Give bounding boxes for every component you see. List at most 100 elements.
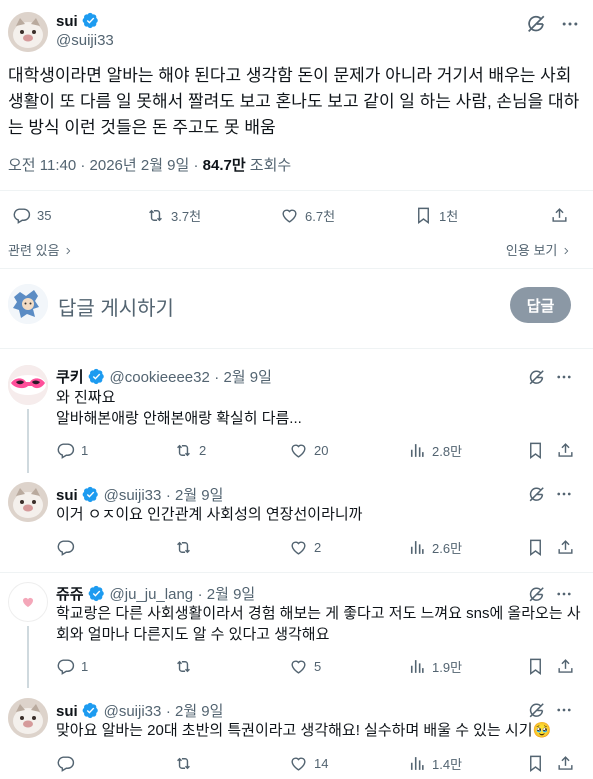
views-count: 84.7만	[202, 157, 246, 174]
reply-text-line: 맞아요 알바는 20대 초반의 특권이라고 생각해요! 실수하며 배울 수 있는…	[56, 721, 551, 741]
grok-button[interactable]	[526, 584, 546, 604]
views-action[interactable]: 1.9만	[407, 657, 462, 676]
grok-button[interactable]	[526, 367, 546, 387]
reply-action[interactable]	[56, 754, 81, 773]
reply-avatar[interactable]	[8, 582, 48, 622]
reply-author-name[interactable]: 쿠키	[56, 369, 84, 386]
grok-button[interactable]	[526, 484, 546, 504]
reply-input[interactable]: 답글 게시하기	[58, 292, 174, 321]
share-action[interactable]	[556, 754, 575, 773]
like-action[interactable]: 20	[289, 441, 328, 460]
more-icon	[555, 485, 573, 503]
related-label: 관련 있음	[8, 243, 60, 258]
bookmark-action[interactable]	[526, 538, 545, 557]
repost-icon	[174, 538, 193, 557]
reply-author-handle[interactable]: @cookieeee32	[110, 369, 210, 386]
reply-icon	[12, 206, 31, 225]
heart-icon	[289, 441, 308, 460]
reply-date[interactable]: · 2월 9일	[214, 369, 272, 386]
reply-author-name[interactable]: sui	[56, 703, 78, 720]
reply-author-handle[interactable]: @suiji33	[104, 487, 162, 504]
post-timestamp[interactable]: 오전 11:40 · 2026년 2월 9일 ·	[8, 157, 203, 174]
quote-view-label: 인용 보기	[505, 243, 558, 258]
reply-avatar[interactable]	[8, 698, 48, 738]
reply-date[interactable]: · 2월 9일	[166, 487, 224, 504]
view-count: 2.6만	[432, 541, 463, 556]
reply-author-handle[interactable]: @suiji33	[104, 703, 162, 720]
repost-action[interactable]	[174, 754, 199, 773]
author-avatar[interactable]	[8, 12, 48, 52]
reply-action[interactable]: 1	[56, 657, 88, 676]
reply-header: sui @suiji33 · 2월 9일	[56, 484, 223, 505]
repost-action[interactable]: 2	[174, 441, 206, 460]
share-action[interactable]	[556, 657, 575, 676]
more-options-button[interactable]	[554, 484, 574, 504]
related-toggle[interactable]: 관련 있음	[8, 240, 73, 259]
pleading-emoji-icon: 🥹	[532, 722, 552, 739]
reply-date[interactable]: · 2월 9일	[166, 703, 224, 720]
reply-action[interactable]: 1	[56, 441, 88, 460]
like-action[interactable]: 14	[289, 754, 328, 773]
share-action[interactable]	[550, 206, 569, 225]
reply-header: 쿠키 @cookieeee32 · 2월 9일	[56, 366, 272, 387]
views-action[interactable]: 1.4만	[407, 754, 462, 773]
bookmark-icon	[526, 657, 545, 676]
bookmark-action[interactable]	[526, 441, 545, 460]
repost-icon	[174, 657, 193, 676]
reply-text-line: 알바해본애랑 안해본애랑 확실히 다름...	[56, 410, 302, 427]
more-options-button[interactable]	[554, 700, 574, 720]
repost-count: 2	[199, 443, 207, 458]
reply-text-line: 와 진짜요	[56, 389, 116, 406]
reply-author-handle[interactable]: @ju_ju_lang	[110, 586, 194, 603]
more-options-button[interactable]	[554, 367, 574, 387]
like-action[interactable]: 5	[289, 657, 321, 676]
author-handle[interactable]: @suiji33	[56, 32, 114, 49]
reply-date[interactable]: · 2월 9일	[198, 586, 256, 603]
reply-count: 1	[81, 443, 89, 458]
chevron-right-icon	[561, 246, 571, 256]
reply-avatar[interactable]	[8, 365, 48, 405]
author-name[interactable]: sui	[56, 13, 78, 30]
more-options-button[interactable]	[558, 12, 582, 36]
views-action[interactable]: 2.6만	[407, 538, 462, 557]
grok-button[interactable]	[524, 12, 548, 36]
reply-text-line: 회와 얼마나 다른지도 알 수 있다고 생각해요	[56, 626, 330, 643]
verified-badge-icon	[88, 585, 105, 602]
reply-icon	[56, 538, 75, 557]
reply-author-name[interactable]: 쥬쥬	[56, 586, 84, 603]
cat-avatar-icon	[8, 482, 48, 522]
share-action[interactable]	[556, 538, 575, 557]
like-count: 20	[314, 443, 329, 458]
reply-submit-button[interactable]: 답글	[510, 287, 571, 323]
grok-button[interactable]	[526, 700, 546, 720]
bookmark-icon	[526, 538, 545, 557]
divider	[0, 572, 593, 573]
reply-count: 1	[81, 659, 89, 674]
views-action[interactable]: 2.8만	[407, 441, 462, 460]
heart-icon	[289, 754, 308, 773]
doll-avatar-icon	[8, 284, 48, 324]
current-user-avatar[interactable]	[8, 284, 48, 324]
bookmark-action[interactable]	[526, 754, 545, 773]
post-text: 대학생이라면 알바는 해야 된다고 생각함 돈이 문제가 아니라 거기서 배우는…	[8, 66, 580, 137]
repost-action[interactable]: 3.7천	[146, 206, 201, 225]
author-name-row: sui	[56, 12, 99, 31]
heart-avatar-icon	[23, 597, 33, 607]
bookmark-action[interactable]	[526, 657, 545, 676]
more-options-button[interactable]	[554, 584, 574, 604]
bookmark-action[interactable]: 1천	[414, 206, 458, 225]
like-action[interactable]: 6.7천	[280, 206, 335, 225]
reply-action[interactable]	[56, 538, 81, 557]
share-action[interactable]	[556, 441, 575, 460]
views-icon	[407, 538, 426, 557]
reply-author-name[interactable]: sui	[56, 487, 78, 504]
share-icon	[556, 657, 575, 676]
repost-action[interactable]	[174, 657, 199, 676]
reply-avatar[interactable]	[8, 482, 48, 522]
quote-view-link[interactable]: 인용 보기	[506, 240, 571, 259]
like-action[interactable]: 2	[289, 538, 321, 557]
reply-action[interactable]: 35	[12, 206, 51, 225]
repost-action[interactable]	[174, 538, 199, 557]
view-count: 1.9만	[432, 660, 463, 675]
share-icon	[556, 754, 575, 773]
